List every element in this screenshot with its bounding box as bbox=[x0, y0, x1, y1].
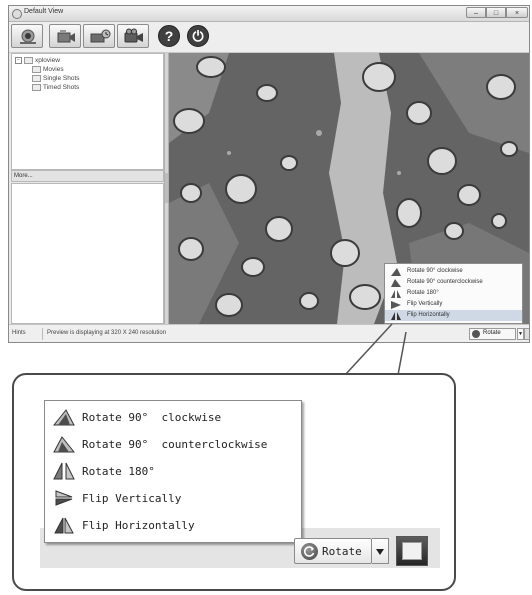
app-icon bbox=[12, 9, 22, 19]
tree-root[interactable]: − xploview bbox=[15, 57, 60, 64]
video-camera-icon bbox=[124, 28, 143, 43]
window-title: Default View bbox=[24, 8, 64, 15]
menu-item-rotate-ccw[interactable]: Rotate 90° counterclockwise bbox=[45, 431, 301, 458]
folder-icon bbox=[24, 57, 33, 64]
fullscreen-icon bbox=[402, 542, 422, 560]
rotate-ccw-icon bbox=[391, 279, 401, 287]
help-button[interactable]: ? bbox=[158, 25, 180, 47]
splitter-grip[interactable] bbox=[165, 173, 168, 203]
collapse-icon[interactable]: − bbox=[15, 57, 22, 64]
zoom-callout: Rotate 90° clockwise Rotate 90° counterc… bbox=[12, 373, 456, 591]
fullscreen-button[interactable] bbox=[396, 536, 428, 566]
timed-shot-button[interactable] bbox=[83, 24, 115, 48]
menu-item-flip-horizontal[interactable]: Flip Horizontally bbox=[385, 310, 522, 321]
video-camera-button[interactable] bbox=[117, 24, 149, 48]
application-window: Default View – □ × ? ⏻ − xploview Movies… bbox=[8, 5, 530, 343]
snapshot-icon bbox=[57, 30, 75, 43]
maximize-button[interactable]: □ bbox=[486, 7, 506, 18]
chevron-down-icon bbox=[376, 549, 384, 555]
webcam-button[interactable] bbox=[11, 24, 43, 48]
flip-vertical-icon bbox=[55, 490, 73, 506]
rotate-icon bbox=[301, 543, 318, 560]
hints-label: Hints bbox=[12, 330, 26, 336]
rotate-button[interactable]: Rotate bbox=[294, 538, 372, 564]
rotate-180-icon bbox=[391, 290, 401, 298]
rotate-180-icon bbox=[53, 462, 75, 480]
power-button[interactable]: ⏻ bbox=[187, 25, 209, 47]
rotate-cw-icon bbox=[391, 268, 401, 276]
webcam-icon bbox=[20, 29, 36, 44]
rotate-cw-icon bbox=[53, 409, 75, 426]
menu-item-rotate-ccw[interactable]: Rotate 90° counterclockwise bbox=[385, 277, 522, 288]
status-divider bbox=[42, 328, 43, 340]
menu-item-flip-vertical[interactable]: Flip Vertically bbox=[45, 485, 301, 512]
flip-vertical-icon bbox=[391, 301, 401, 309]
rotate-context-menu-small: Rotate 90° clockwise Rotate 90° counterc… bbox=[384, 263, 523, 324]
tree-item-timed-shots[interactable]: Timed Shots bbox=[32, 84, 79, 91]
folder-tree: − xploview Movies Single Shots Timed Shot… bbox=[11, 53, 164, 170]
status-bar: Hints Preview is displaying at 320 X 240… bbox=[9, 324, 529, 342]
folder-icon bbox=[32, 75, 41, 82]
status-message: Preview is displaying at 320 X 240 resol… bbox=[47, 330, 167, 336]
details-pane bbox=[11, 183, 164, 324]
menu-item-rotate-cw[interactable]: Rotate 90° clockwise bbox=[45, 404, 301, 431]
tree-item-movies[interactable]: Movies bbox=[32, 66, 64, 73]
flip-horizontal-icon bbox=[54, 517, 74, 534]
rotate-dropdown-button[interactable] bbox=[372, 538, 389, 564]
rotate-icon bbox=[472, 330, 480, 338]
fullscreen-button-small[interactable] bbox=[524, 328, 529, 340]
title-bar[interactable]: Default View – □ × bbox=[9, 6, 529, 22]
folder-icon bbox=[32, 84, 41, 91]
close-button[interactable]: × bbox=[506, 7, 528, 18]
folder-icon bbox=[32, 66, 41, 73]
flip-horizontal-icon bbox=[391, 312, 401, 320]
rotate-button-small[interactable]: Rotate bbox=[469, 328, 516, 340]
timed-shot-icon bbox=[90, 29, 111, 43]
rotate-dropdown-small[interactable]: ▼ bbox=[517, 328, 524, 340]
more-bar[interactable]: More... bbox=[11, 170, 164, 182]
tree-item-single-shots[interactable]: Single Shots bbox=[32, 75, 80, 82]
menu-item-flip-horizontal[interactable]: Flip Horizontally bbox=[45, 512, 301, 539]
snapshot-button[interactable] bbox=[49, 24, 81, 48]
minimize-button[interactable]: – bbox=[466, 7, 486, 18]
menu-item-flip-vertical[interactable]: Flip Vertically bbox=[385, 299, 522, 310]
rotate-ccw-icon bbox=[53, 436, 75, 453]
menu-item-rotate-180[interactable]: Rotate 180° bbox=[385, 288, 522, 299]
rotate-context-menu: Rotate 90° clockwise Rotate 90° counterc… bbox=[44, 400, 302, 543]
menu-item-rotate-180[interactable]: Rotate 180° bbox=[45, 458, 301, 485]
menu-item-rotate-cw[interactable]: Rotate 90° clockwise bbox=[385, 266, 522, 277]
toolbar: ? ⏻ bbox=[9, 22, 529, 53]
